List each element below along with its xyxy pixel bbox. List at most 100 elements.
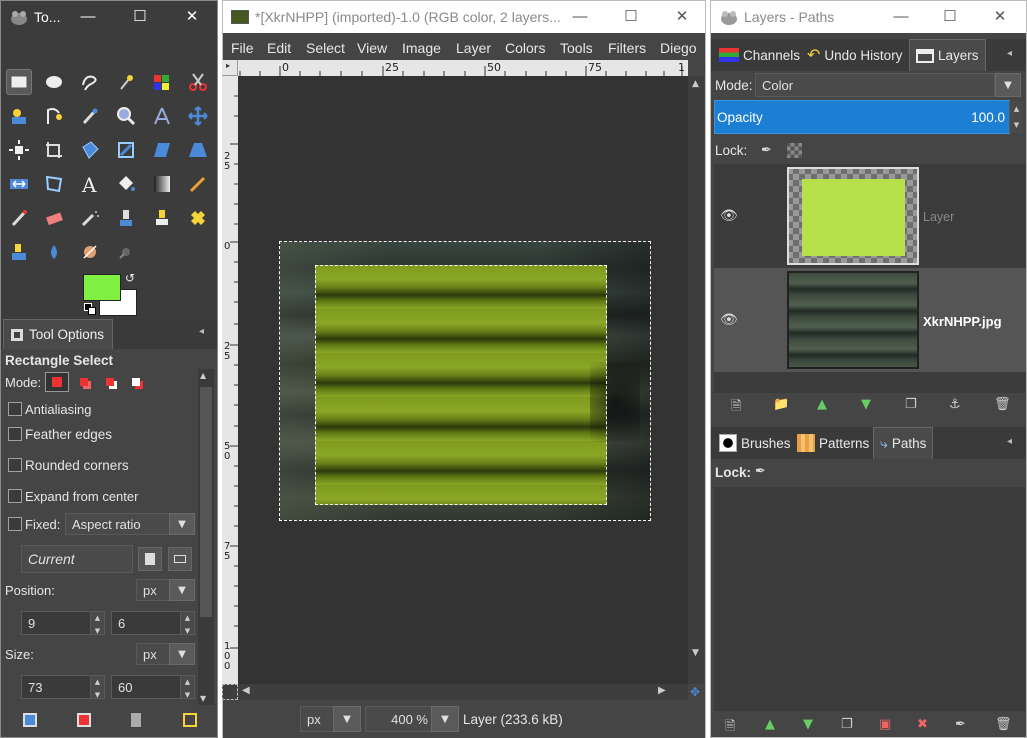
position-unit-arrow[interactable]: ▼ bbox=[169, 579, 195, 601]
position-unit-dropdown[interactable]: px bbox=[136, 579, 170, 601]
heal-tool-icon[interactable] bbox=[185, 205, 211, 231]
fixed-dropdown[interactable]: Aspect ratio bbox=[65, 513, 171, 535]
tool-options-scrollbar[interactable]: ▲ ▼ bbox=[198, 369, 214, 705]
tab-layers[interactable]: Layers bbox=[909, 39, 986, 71]
raise-path-icon[interactable]: ▲ bbox=[765, 717, 775, 732]
position-y-stepper[interactable]: ▲ ▼ bbox=[180, 612, 194, 635]
blur-sharpen-tool-icon[interactable] bbox=[113, 239, 139, 265]
duplicate-layer-icon[interactable]: ❐ bbox=[905, 397, 917, 412]
preset-save-icon[interactable] bbox=[138, 547, 162, 571]
ellipse-select-tool-icon[interactable] bbox=[41, 69, 67, 95]
feather-edges-checkbox[interactable] bbox=[8, 427, 22, 441]
zoom-tool-icon[interactable] bbox=[113, 103, 139, 129]
color-picker-tool-icon[interactable] bbox=[77, 103, 103, 129]
dodge-burn-tool-icon[interactable] bbox=[77, 239, 103, 265]
measure-tool-icon[interactable] bbox=[149, 103, 175, 129]
preset-menu-icon[interactable] bbox=[168, 547, 192, 571]
mode-add-button[interactable] bbox=[73, 372, 95, 392]
paintbrush-tool-icon[interactable] bbox=[6, 205, 32, 231]
opacity-stepper[interactable]: ▲ ▼ bbox=[1009, 101, 1023, 133]
tab-menu-icon[interactable]: ◂ bbox=[1007, 436, 1012, 447]
navigate-icon[interactable]: ✥ bbox=[690, 686, 702, 698]
layer-name[interactable]: XkrNHPP.jpg bbox=[923, 314, 1002, 329]
delete-layer-icon[interactable]: 🗑 bbox=[994, 397, 1011, 412]
scissors-select-tool-icon[interactable] bbox=[185, 69, 211, 95]
expand-from-center-checkbox[interactable] bbox=[8, 489, 22, 503]
ruler-corner[interactable]: ▸ bbox=[222, 60, 238, 76]
layer-name[interactable]: Layer bbox=[923, 210, 954, 224]
quick-mask-toggle[interactable] bbox=[222, 684, 238, 700]
image-titlebar[interactable]: *[XkrNHPP] (imported)-1.0 (RGB color, 2 … bbox=[223, 1, 705, 33]
menu-layer[interactable]: Layer bbox=[456, 40, 491, 56]
mode-replace-button[interactable] bbox=[45, 372, 69, 392]
rect-select-tool-icon[interactable] bbox=[6, 69, 32, 95]
tab-menu-icon[interactable]: ◂ bbox=[199, 326, 204, 337]
mode-subtract-button[interactable] bbox=[99, 372, 121, 392]
horizontal-ruler[interactable]: 0 25 50 75 1 bbox=[238, 60, 688, 76]
tab-menu-icon[interactable]: ◂ bbox=[1007, 48, 1012, 59]
layer-row-xkrnhpp[interactable]: 👁 XkrNHPP.jpg bbox=[714, 268, 1026, 372]
tab-channels[interactable]: Channels bbox=[713, 39, 806, 71]
raise-layer-icon[interactable]: ▲ bbox=[817, 397, 827, 412]
free-select-tool-icon[interactable] bbox=[77, 69, 103, 95]
airbrush-tool-icon[interactable] bbox=[77, 205, 103, 231]
toolbox-titlebar[interactable]: To... — ☐ ✕ bbox=[1, 1, 217, 33]
lock-alpha-icon[interactable] bbox=[787, 143, 802, 158]
close-button[interactable]: ✕ bbox=[665, 5, 699, 29]
layer-mode-dropdown[interactable]: Color bbox=[755, 73, 995, 97]
zoom-dropdown-arrow[interactable]: ▼ bbox=[431, 706, 459, 732]
layer-mode-arrow[interactable]: ▼ bbox=[995, 73, 1021, 97]
perspective-tool-icon[interactable] bbox=[185, 137, 211, 163]
zoom-dropdown[interactable]: 400 % bbox=[365, 706, 433, 732]
default-colors-icon[interactable] bbox=[84, 303, 96, 315]
restore-options-icon[interactable] bbox=[77, 713, 91, 727]
rotate-tool-icon[interactable] bbox=[113, 137, 139, 163]
menu-image[interactable]: Image bbox=[402, 40, 441, 56]
rounded-corners-checkbox[interactable] bbox=[8, 458, 22, 472]
tool-options-scroll-thumb[interactable] bbox=[200, 387, 212, 617]
vertical-ruler[interactable]: 2 5 0 2 5 5 0 7 5 1 0 0 bbox=[222, 76, 238, 686]
horizontal-scrollbar[interactable]: ◀ ▶ bbox=[238, 684, 688, 700]
lower-layer-icon[interactable]: ▼ bbox=[861, 397, 871, 412]
menu-filters[interactable]: Filters bbox=[608, 40, 646, 56]
foreground-select-tool-icon[interactable] bbox=[6, 103, 32, 129]
menu-tools[interactable]: Tools bbox=[560, 40, 593, 56]
alignment-tool-icon[interactable] bbox=[6, 137, 32, 163]
vertical-scrollbar[interactable]: ▲ ▼ bbox=[688, 76, 704, 684]
cage-tool-icon[interactable] bbox=[41, 171, 67, 197]
paths-tool-icon[interactable] bbox=[41, 103, 67, 129]
new-path-icon[interactable]: 🗎 bbox=[725, 717, 735, 737]
reset-options-icon[interactable] bbox=[183, 713, 197, 727]
selection-to-path-icon[interactable]: ✖ bbox=[917, 717, 928, 732]
current-preset-field[interactable]: Current bbox=[21, 545, 133, 573]
delete-path-icon[interactable]: 🗑 bbox=[995, 717, 1012, 732]
unit-dropdown-arrow[interactable]: ▼ bbox=[333, 706, 361, 732]
clone-tool-icon[interactable] bbox=[6, 239, 32, 265]
minimize-button[interactable]: — bbox=[563, 5, 597, 29]
shear-tool-icon[interactable] bbox=[149, 137, 175, 163]
text-tool-icon[interactable]: A bbox=[77, 171, 103, 197]
size-w-stepper[interactable]: ▲ ▼ bbox=[90, 676, 104, 699]
visibility-eye-icon[interactable]: 👁 bbox=[720, 312, 738, 328]
unit-dropdown[interactable]: px bbox=[300, 706, 334, 732]
move-tool-icon[interactable] bbox=[185, 103, 211, 129]
eraser-tool-icon[interactable] bbox=[41, 205, 67, 231]
size-h-stepper[interactable]: ▲ ▼ bbox=[180, 676, 194, 699]
menu-file[interactable]: File bbox=[231, 40, 254, 56]
crop-tool-icon[interactable] bbox=[41, 137, 67, 163]
swap-colors-icon[interactable]: ↺ bbox=[125, 271, 135, 285]
fixed-dropdown-arrow[interactable]: ▼ bbox=[169, 513, 195, 535]
size-unit-arrow[interactable]: ▼ bbox=[169, 643, 195, 665]
blend-tool-icon[interactable] bbox=[149, 171, 175, 197]
mode-intersect-button[interactable] bbox=[125, 372, 147, 392]
new-group-icon[interactable]: 📁 bbox=[773, 397, 789, 412]
anchor-layer-icon[interactable]: ⚓ bbox=[949, 397, 961, 412]
unified-transform-tool-icon[interactable] bbox=[77, 137, 103, 163]
minimize-button[interactable]: — bbox=[884, 5, 918, 29]
bucket-fill-tool-icon[interactable] bbox=[113, 171, 139, 197]
duplicate-path-icon[interactable]: ❐ bbox=[841, 717, 853, 732]
close-button[interactable]: ✕ bbox=[983, 5, 1017, 29]
visibility-eye-icon[interactable]: 👁 bbox=[720, 208, 738, 224]
mypaint-brush-tool-icon[interactable] bbox=[149, 205, 175, 231]
maximize-button[interactable]: ☐ bbox=[614, 5, 648, 29]
